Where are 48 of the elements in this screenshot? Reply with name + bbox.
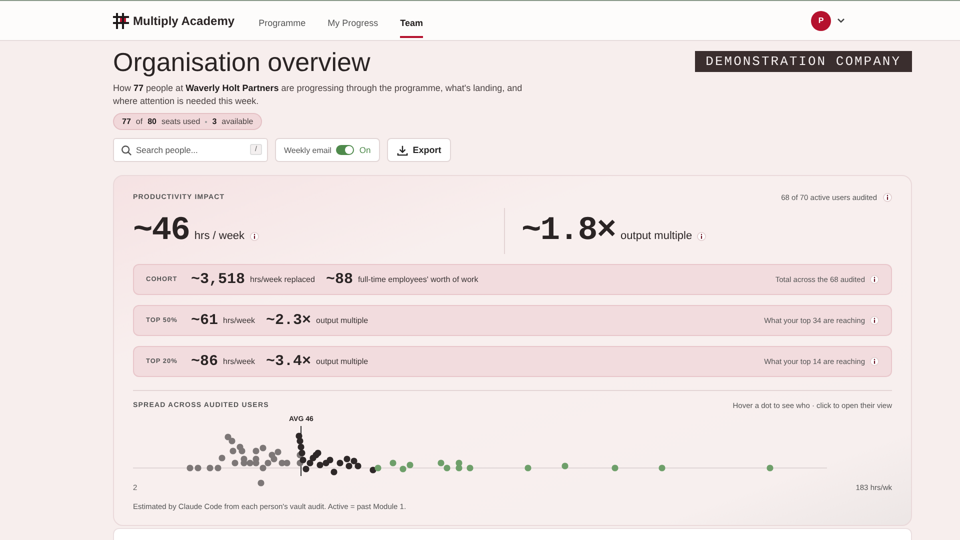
info-icon[interactable] — [697, 232, 706, 240]
metric-value: ~1.8× — [522, 214, 616, 248]
grid-logo-icon — [113, 12, 129, 28]
info-icon[interactable] — [870, 357, 879, 366]
high-output-dot-series[interactable] — [374, 460, 774, 472]
info-icon[interactable] — [870, 275, 879, 284]
band-value: ~3.4× — [266, 353, 312, 370]
band-value: ~86 — [191, 353, 218, 370]
seats-used-label: seats used — [161, 117, 200, 126]
band-unit: hrs/week — [223, 316, 256, 325]
seats-available-label: available — [222, 117, 254, 126]
info-icon[interactable] — [883, 193, 892, 202]
band-unit: hrs/week replaced — [250, 275, 315, 284]
band-value: ~2.3× — [266, 312, 312, 329]
seats-available-count: 3 — [212, 117, 217, 126]
weekly-email-label: Weekly email — [284, 146, 332, 154]
nav-tab[interactable]: Team — [400, 6, 423, 38]
page-title: Organisation overview — [113, 46, 372, 78]
avatar[interactable]: P — [811, 10, 831, 30]
separator-dot-icon — [205, 120, 208, 122]
toggle-switch[interactable] — [336, 145, 354, 155]
seats-of-label: of — [136, 117, 143, 126]
brand-name[interactable]: Multiply Academy — [133, 14, 235, 28]
average-line — [300, 426, 302, 476]
info-icon[interactable] — [870, 316, 879, 325]
metric-unit: hrs / week — [194, 230, 245, 242]
search-icon — [121, 145, 132, 156]
band-unit: output multiple — [316, 316, 368, 325]
info-icon[interactable] — [250, 232, 259, 240]
band-value: ~3,518 — [191, 271, 246, 288]
seats-used-count: 77 — [122, 117, 131, 126]
demo-badge: DEMONSTRATION COMPANY — [694, 51, 912, 72]
chevron-down-icon[interactable] — [837, 18, 845, 24]
band-value: ~88 — [326, 271, 353, 288]
toggle-state-label: On — [359, 145, 371, 155]
metric-value: ~46 — [133, 214, 190, 248]
band-unit: hrs/week — [223, 357, 256, 366]
seats-total-count: 80 — [148, 117, 156, 126]
nav-tab[interactable]: Programme — [258, 6, 306, 38]
band-unit: output multiple — [316, 357, 368, 366]
page-description: How 77 people at Waverly Holt Partners are progressing through the programme, what's landing, and where attention is needed this week. — [113, 82, 524, 108]
export-button[interactable]: Export — [386, 138, 452, 162]
metric-unit: output multiple — [620, 230, 692, 242]
download-icon — [396, 144, 408, 156]
nav-tab[interactable]: My Progress — [328, 6, 378, 38]
band-value: ~61 — [191, 312, 218, 329]
near-average-dot-series[interactable] — [296, 432, 376, 476]
band-unit: full-time employees' worth of work — [358, 275, 478, 284]
